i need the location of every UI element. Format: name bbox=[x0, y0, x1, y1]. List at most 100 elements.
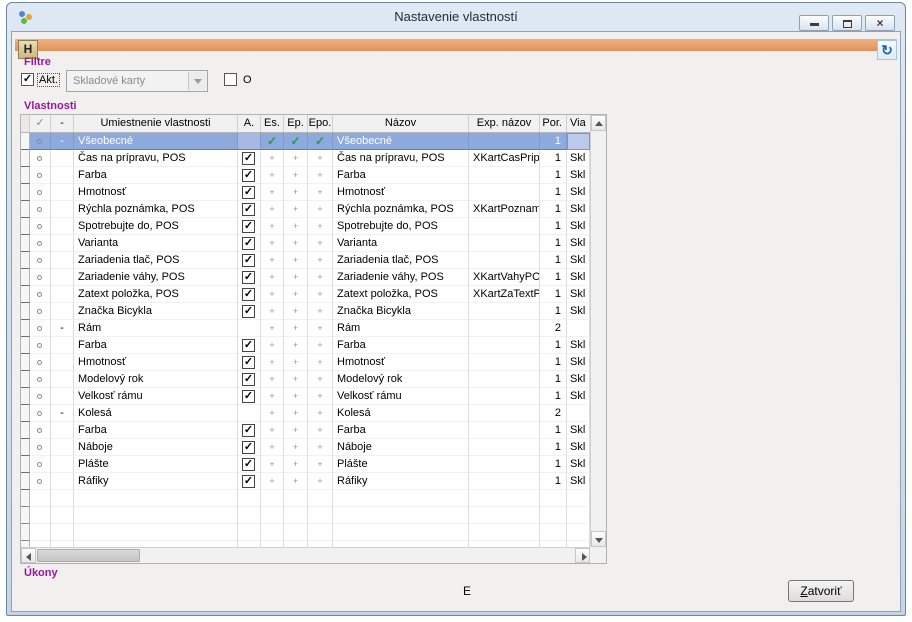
ep-cell[interactable]: + bbox=[284, 218, 308, 235]
placement-cell[interactable]: Velkosť rámu bbox=[74, 388, 238, 405]
por-cell[interactable]: 1 bbox=[540, 456, 567, 473]
placement-cell[interactable]: Čas na prípravu, POS bbox=[74, 150, 238, 167]
por-cell[interactable]: 1 bbox=[540, 184, 567, 201]
es-cell[interactable]: + bbox=[261, 456, 284, 473]
nazov-cell[interactable]: Farba bbox=[333, 337, 469, 354]
por-cell[interactable]: 1 bbox=[540, 303, 567, 320]
epo-cell[interactable]: + bbox=[308, 235, 333, 252]
active-checkbox-cell[interactable]: ✓ bbox=[238, 269, 261, 286]
empty-table-row[interactable] bbox=[21, 524, 590, 541]
exp-nazov-cell[interactable]: XKartVahyPOS bbox=[469, 269, 540, 286]
active-checkbox[interactable]: ✓ bbox=[242, 356, 255, 369]
via-cell[interactable]: Skl bbox=[567, 167, 590, 184]
table-row[interactable]: Značka Bicykla✓+++Značka Bicykla1Skl bbox=[21, 303, 590, 320]
o-checkbox[interactable] bbox=[224, 73, 237, 86]
active-checkbox[interactable]: ✓ bbox=[242, 186, 255, 199]
es-cell[interactable]: + bbox=[261, 354, 284, 371]
table-row[interactable]: Farba✓+++Farba1Skl bbox=[21, 422, 590, 439]
epo-cell[interactable]: + bbox=[308, 320, 333, 337]
row-select-cell[interactable] bbox=[30, 252, 51, 269]
por-cell[interactable]: 1 bbox=[540, 133, 567, 150]
row-select-cell[interactable] bbox=[30, 218, 51, 235]
nazov-cell[interactable]: Čas na prípravu, POS bbox=[333, 150, 469, 167]
ep-cell[interactable]: + bbox=[284, 473, 308, 490]
row-select-cell[interactable] bbox=[30, 269, 51, 286]
collapse-cell[interactable] bbox=[51, 473, 74, 490]
placement-cell[interactable]: Značka Bicykla bbox=[74, 303, 238, 320]
ep-cell[interactable]: + bbox=[284, 405, 308, 422]
collapse-cell[interactable] bbox=[51, 201, 74, 218]
row-select-cell[interactable] bbox=[30, 303, 51, 320]
row-select-cell[interactable] bbox=[30, 337, 51, 354]
epo-cell[interactable]: + bbox=[308, 439, 333, 456]
epo-cell[interactable]: + bbox=[308, 371, 333, 388]
horizontal-scroll-thumb[interactable] bbox=[37, 549, 140, 562]
collapse-cell[interactable] bbox=[51, 286, 74, 303]
active-checkbox[interactable]: ✓ bbox=[242, 271, 255, 284]
placement-cell[interactable]: Farba bbox=[74, 422, 238, 439]
por-cell[interactable]: 2 bbox=[540, 405, 567, 422]
ep-cell[interactable]: + bbox=[284, 303, 308, 320]
table-row[interactable]: Zariadenie váhy, POS✓+++Zariadenie váhy,… bbox=[21, 269, 590, 286]
placement-cell[interactable]: Zariadenia tlač, POS bbox=[74, 252, 238, 269]
ep-cell[interactable]: + bbox=[284, 150, 308, 167]
por-cell[interactable]: 1 bbox=[540, 337, 567, 354]
collapse-cell[interactable] bbox=[51, 422, 74, 439]
exp-nazov-cell[interactable] bbox=[469, 439, 540, 456]
por-cell[interactable]: 1 bbox=[540, 388, 567, 405]
nazov-cell[interactable]: Modelový rok bbox=[333, 371, 469, 388]
scroll-left-button[interactable] bbox=[21, 548, 36, 563]
minimize-button[interactable] bbox=[799, 15, 829, 31]
epo-cell[interactable]: + bbox=[308, 269, 333, 286]
por-cell[interactable]: 1 bbox=[540, 218, 567, 235]
header-ep[interactable]: Ep. bbox=[284, 115, 308, 132]
es-cell[interactable]: + bbox=[261, 201, 284, 218]
nazov-cell[interactable]: Rám bbox=[333, 320, 469, 337]
epo-cell[interactable]: ✓ bbox=[308, 133, 333, 150]
via-cell[interactable]: Skl bbox=[567, 269, 590, 286]
es-cell[interactable]: + bbox=[261, 320, 284, 337]
ep-cell[interactable]: + bbox=[284, 252, 308, 269]
placement-cell[interactable]: Farba bbox=[74, 167, 238, 184]
ep-cell[interactable]: + bbox=[284, 439, 308, 456]
por-cell[interactable]: 1 bbox=[540, 201, 567, 218]
placement-cell[interactable]: Rýchla poznámka, POS bbox=[74, 201, 238, 218]
collapse-cell[interactable] bbox=[51, 439, 74, 456]
epo-cell[interactable]: + bbox=[308, 473, 333, 490]
table-row[interactable]: Hmotnosť✓+++Hmotnosť1Skl bbox=[21, 184, 590, 201]
table-row[interactable]: Zatext položka, POS✓+++Zatext položka, P… bbox=[21, 286, 590, 303]
row-select-cell[interactable] bbox=[30, 167, 51, 184]
via-cell[interactable]: Skl bbox=[567, 439, 590, 456]
exp-nazov-cell[interactable] bbox=[469, 354, 540, 371]
active-checkbox-cell[interactable]: ✓ bbox=[238, 439, 261, 456]
nazov-cell[interactable]: Náboje bbox=[333, 439, 469, 456]
active-checkbox-cell[interactable]: ✓ bbox=[238, 150, 261, 167]
exp-nazov-cell[interactable] bbox=[469, 252, 540, 269]
active-checkbox-cell[interactable]: ✓ bbox=[238, 252, 261, 269]
scroll-right-button[interactable] bbox=[575, 548, 590, 563]
active-checkbox-cell[interactable] bbox=[238, 320, 261, 337]
placement-cell[interactable]: Plášte bbox=[74, 456, 238, 473]
collapse-cell[interactable] bbox=[51, 456, 74, 473]
via-cell[interactable]: Skl bbox=[567, 354, 590, 371]
es-cell[interactable]: + bbox=[261, 167, 284, 184]
header-collapse[interactable]: - bbox=[51, 115, 74, 132]
por-cell[interactable]: 1 bbox=[540, 473, 567, 490]
ep-cell[interactable]: + bbox=[284, 371, 308, 388]
epo-cell[interactable]: + bbox=[308, 388, 333, 405]
active-checkbox-cell[interactable]: ✓ bbox=[238, 371, 261, 388]
active-checkbox[interactable]: ✓ bbox=[242, 203, 255, 216]
akt-checkbox-label[interactable]: Akt. bbox=[38, 74, 59, 86]
nazov-cell[interactable]: Velkosť rámu bbox=[333, 388, 469, 405]
collapse-cell[interactable] bbox=[51, 303, 74, 320]
es-cell[interactable]: + bbox=[261, 371, 284, 388]
header-via[interactable]: Via bbox=[567, 115, 590, 132]
via-cell[interactable] bbox=[567, 320, 590, 337]
header-a[interactable]: A. bbox=[238, 115, 261, 132]
placement-cell[interactable]: Hmotnosť bbox=[74, 354, 238, 371]
es-cell[interactable]: + bbox=[261, 235, 284, 252]
via-cell[interactable]: Skl bbox=[567, 252, 590, 269]
es-cell[interactable]: + bbox=[261, 286, 284, 303]
nazov-cell[interactable]: Kolesá bbox=[333, 405, 469, 422]
ep-cell[interactable]: + bbox=[284, 456, 308, 473]
